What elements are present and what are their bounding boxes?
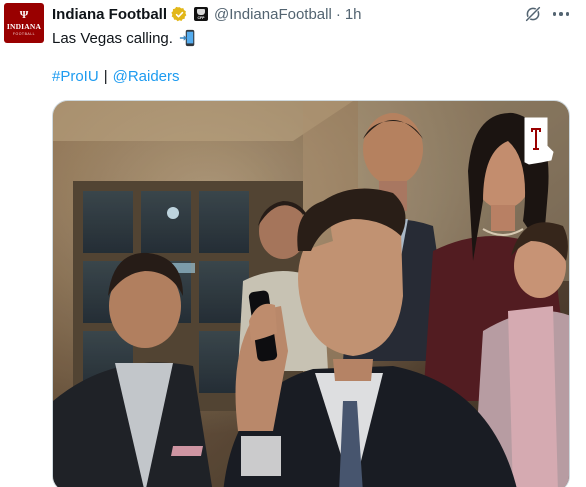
more-dot bbox=[559, 12, 563, 16]
verified-badge-icon[interactable] bbox=[171, 6, 188, 23]
hashtag-link[interactable]: #ProIU bbox=[52, 68, 99, 85]
mobile-phone-arrow-emoji bbox=[179, 29, 195, 47]
affiliate-badge-text: CFP bbox=[197, 15, 205, 20]
tweet-media[interactable] bbox=[52, 100, 570, 487]
separator-dot: · bbox=[335, 5, 341, 23]
trident-logo-icon: Ψ bbox=[19, 9, 29, 21]
tweet-header: Indiana Football CFP @IndianaFootball · … bbox=[52, 4, 362, 24]
tweet-body: Las Vegas calling. bbox=[52, 29, 173, 47]
mention-link[interactable]: @Raiders bbox=[113, 68, 180, 85]
trophy-shape bbox=[197, 8, 205, 15]
avatar-wordmark: INDIANA bbox=[6, 22, 42, 31]
more-dot bbox=[565, 12, 570, 16]
display-name[interactable]: Indiana Football bbox=[52, 6, 167, 23]
tweet-tags: #ProIU | @Raiders bbox=[52, 68, 180, 85]
tweet-text: Las Vegas calling. bbox=[52, 29, 197, 47]
more-options-icon[interactable] bbox=[551, 4, 571, 24]
grok-icon[interactable] bbox=[524, 5, 542, 23]
more-dot bbox=[552, 12, 557, 16]
affiliate-badge-icon[interactable]: CFP bbox=[194, 7, 208, 21]
timestamp[interactable]: 1h bbox=[345, 6, 362, 23]
tag-separator: | bbox=[103, 68, 108, 85]
avatar[interactable]: Ψ INDIANA FOOTBALL bbox=[4, 3, 44, 43]
media-photo bbox=[53, 101, 569, 487]
tweet-card[interactable]: Ψ INDIANA FOOTBALL Indiana Football CFP … bbox=[0, 0, 586, 487]
user-handle[interactable]: @IndianaFootball bbox=[214, 6, 332, 23]
avatar-subtext: FOOTBALL bbox=[12, 32, 36, 36]
